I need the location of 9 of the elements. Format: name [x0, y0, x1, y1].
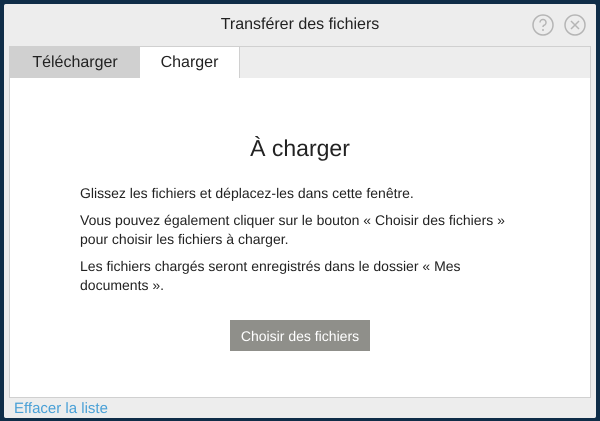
instruction-text: Vous pouvez également cliquer sur le bouton « Choisir des fichiers » pour choisir les fichiers à charger.: [80, 211, 506, 249]
panel-heading: À charger: [250, 135, 350, 162]
tab[interactable]: Charger: [140, 47, 240, 78]
instruction-text: Les fichiers chargés seront enregistrés dans le dossier « Mes documents ».: [80, 257, 462, 295]
instruction-text: Glissez les fichiers et déplacez-les dans cette fenêtre.: [80, 184, 415, 203]
help-icon[interactable]: [532, 14, 554, 36]
window-title: Transférer des fichiers: [220, 16, 380, 34]
tab[interactable]: Télécharger: [10, 47, 140, 78]
close-icon[interactable]: [564, 14, 586, 36]
